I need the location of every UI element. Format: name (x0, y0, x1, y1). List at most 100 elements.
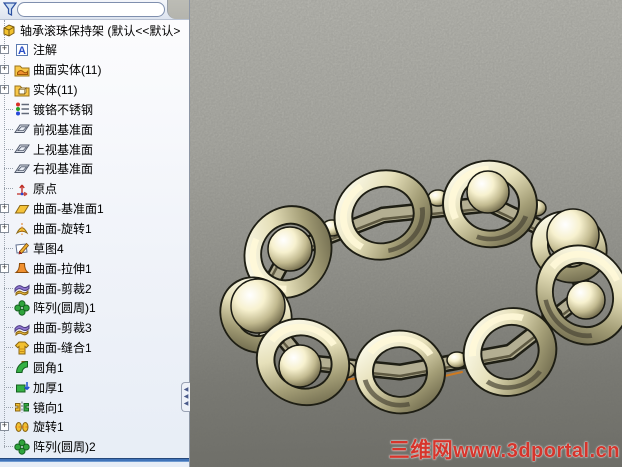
plane-icon (14, 121, 30, 137)
dotted-stub (4, 168, 13, 170)
tree-item[interactable]: 曲面-剪裁3 (0, 318, 189, 338)
surface-revolve-icon (14, 221, 30, 237)
tree-connector-stub (0, 327, 13, 329)
feature-manager-panel: 轴承滚珠保持架 (默认<<默认> + A 注解 + 曲面实体(11) + 实体(11) 镀铬不… (0, 0, 190, 467)
rollback-bar[interactable] (0, 457, 189, 462)
thicken-icon (14, 379, 30, 395)
expand-toggle[interactable]: + (0, 224, 13, 234)
tree-item-label: 注解 (33, 43, 58, 58)
tree-item[interactable]: + 旋转1 (0, 417, 189, 437)
tree-connector-stub (0, 168, 13, 170)
tree-item[interactable]: 上视基准面 (0, 139, 189, 159)
tree-item-label: 曲面实体(11) (33, 63, 102, 78)
dotted-stub (4, 287, 13, 289)
tree-item-label: 加厚1 (33, 380, 64, 395)
tree-item-label: 圆角1 (33, 360, 64, 375)
tree-connector-stub (0, 188, 13, 190)
tree-item[interactable]: + 曲面-基准面1 (0, 199, 189, 219)
watermark-site-url: www.3dportal.cn (453, 440, 620, 462)
solidworks-window: 轴承滚珠保持架 (默认<<默认> + A 注解 + 曲面实体(11) + 实体(11) 镀铬不… (0, 0, 622, 467)
tree-item[interactable]: 阵列(圆周)2 (0, 437, 189, 457)
plus-icon[interactable]: + (0, 422, 9, 432)
expand-toggle[interactable]: + (0, 422, 13, 432)
tree-item[interactable]: + A 注解 (0, 40, 189, 60)
fillet-icon (14, 359, 30, 375)
tree-item[interactable]: + 实体(11) (0, 80, 189, 100)
tree-item-label: 旋转1 (33, 420, 64, 435)
tree-item[interactable]: + 曲面-拉伸1 (0, 258, 189, 278)
tree-connector-stub (0, 366, 13, 368)
tree-item-label: 曲面-基准面1 (33, 202, 104, 217)
tree-item[interactable]: 草图4 (0, 238, 189, 258)
tree-item[interactable]: 镜向1 (0, 397, 189, 417)
tree-item-label: 阵列(圆周)2 (33, 440, 96, 455)
tree-item[interactable]: 前视基准面 (0, 119, 189, 139)
tree-item[interactable]: 镀铬不锈钢 (0, 100, 189, 120)
plus-icon[interactable]: + (0, 65, 9, 75)
tree-item[interactable]: 右视基准面 (0, 159, 189, 179)
annotations-icon: A (14, 42, 30, 58)
solid-bodies-folder-icon (14, 82, 30, 98)
tree-connector-stub (0, 108, 13, 110)
tree-item[interactable]: 原点 (0, 179, 189, 199)
expand-toggle[interactable]: + (0, 263, 13, 273)
tree-item-label: 镜向1 (33, 400, 64, 415)
expand-toggle[interactable]: + (0, 85, 13, 95)
tree-connector-stub (0, 386, 13, 388)
dotted-stub (4, 406, 13, 408)
graphics-viewport[interactable]: 三维网www.3dportal.cn (190, 0, 622, 467)
plus-icon[interactable]: + (0, 224, 9, 234)
plane-icon (14, 141, 30, 157)
plus-icon[interactable]: + (0, 263, 9, 273)
tree-item-label: 曲面-拉伸1 (33, 261, 92, 276)
tree-item[interactable]: 曲面-剪裁2 (0, 278, 189, 298)
part-name-label: 轴承滚珠保持架 (默认<<默认> (20, 23, 181, 38)
tree-item[interactable]: + 曲面-旋转1 (0, 219, 189, 239)
dotted-stub (4, 247, 13, 249)
tree-item-label: 上视基准面 (33, 142, 94, 157)
tree-item-label: 草图4 (33, 241, 64, 256)
filter-funnel-icon[interactable] (2, 2, 18, 22)
tree-item-label: 右视基准面 (33, 162, 94, 177)
surface-bodies-folder-icon (14, 62, 30, 78)
circular-pattern-icon (14, 439, 30, 455)
model-bearing-cage[interactable] (190, 0, 622, 467)
plus-icon[interactable]: + (0, 45, 9, 55)
expand-toggle[interactable]: + (0, 45, 13, 55)
splitter-arrow-icon: ◀ (183, 394, 189, 400)
mirror-icon (14, 399, 30, 415)
dotted-stub (4, 327, 13, 329)
feature-tree: 轴承滚珠保持架 (默认<<默认> + A 注解 + 曲面实体(11) + 实体(11) 镀铬不… (0, 20, 189, 462)
surface-trim-icon (14, 320, 30, 336)
plus-icon[interactable]: + (0, 204, 9, 214)
tree-connector-stub (0, 446, 13, 448)
tree-item[interactable]: 圆角1 (0, 358, 189, 378)
tree-item-label: 镀铬不锈钢 (33, 102, 94, 117)
tree-item[interactable]: + 曲面实体(11) (0, 60, 189, 80)
origin-icon (14, 181, 30, 197)
circular-pattern-icon (14, 300, 30, 316)
watermark: 三维网www.3dportal.cn (389, 434, 620, 464)
dotted-stub (4, 108, 13, 110)
plane-icon (14, 161, 30, 177)
expand-toggle[interactable]: + (0, 204, 13, 214)
tree-item[interactable]: 阵列(圆周)1 (0, 298, 189, 318)
tree-item-label: 曲面-剪裁3 (33, 321, 92, 336)
revolve-icon (14, 419, 30, 435)
dotted-stub (4, 366, 13, 368)
tree-connector-stub (0, 287, 13, 289)
tree-item[interactable]: 曲面-缝合1 (0, 338, 189, 358)
surface-extrude-icon (14, 260, 30, 276)
part-icon (1, 22, 17, 38)
splitter-arrow-icon: ◀ (183, 387, 189, 393)
expand-toggle[interactable]: + (0, 65, 13, 75)
surface-knit-icon (14, 340, 30, 356)
tree-item-label: 曲面-缝合1 (33, 341, 92, 356)
panel-splitter-handle[interactable]: ◀ ◀ ◀ (181, 382, 190, 412)
tree-item-label: 原点 (33, 182, 58, 197)
filter-input[interactable] (17, 2, 165, 17)
feature-tree-filter-bar (0, 0, 189, 20)
plus-icon[interactable]: + (0, 85, 9, 95)
tree-root-item[interactable]: 轴承滚珠保持架 (默认<<默认> (0, 20, 189, 40)
tree-item[interactable]: 加厚1 (0, 377, 189, 397)
